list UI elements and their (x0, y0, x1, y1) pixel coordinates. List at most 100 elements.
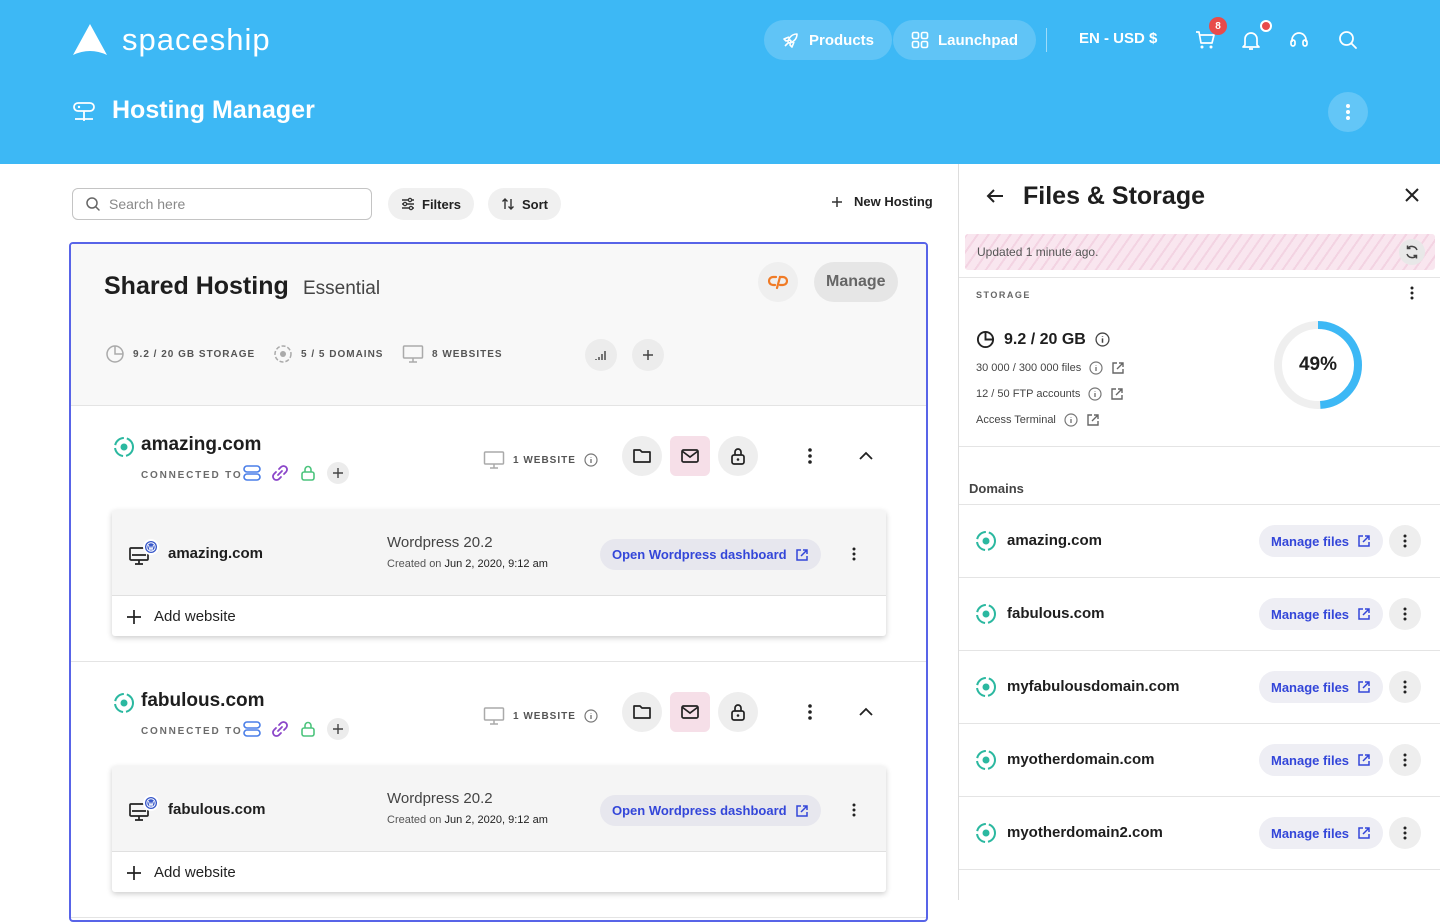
domains-stat-label: 5 / 5 DOMAINS (301, 348, 384, 360)
open-wordpress-dashboard-button[interactable]: Open Wordpress dashboard (600, 539, 821, 570)
panel-domain-name[interactable]: amazing.com (1007, 532, 1102, 549)
collapse-button[interactable] (856, 702, 876, 722)
divider (959, 446, 1440, 447)
headset-icon (1290, 32, 1308, 47)
website-more-button[interactable] (846, 802, 862, 818)
hosting-plan: Essential (303, 278, 381, 299)
cart-count-badge: 8 (1209, 17, 1227, 35)
add-resource-button[interactable] (632, 339, 664, 371)
info-icon[interactable] (1088, 387, 1102, 401)
search-input[interactable] (109, 196, 349, 212)
storage-more-button[interactable] (1403, 284, 1421, 302)
website-info: amazing.com Wordpress 20.2 Created on Ju… (112, 510, 886, 596)
server-stack-icon[interactable] (243, 720, 261, 738)
file-manager-button[interactable] (622, 436, 662, 476)
external-link-icon (1358, 608, 1370, 620)
manage-files-button[interactable]: Manage files (1259, 671, 1384, 703)
security-button[interactable] (718, 436, 758, 476)
terminal-label[interactable]: Access Terminal (976, 414, 1056, 426)
external-link-icon[interactable] (1111, 361, 1125, 375)
file-manager-button[interactable] (622, 692, 662, 732)
notifications-button[interactable] (1240, 28, 1264, 52)
logo[interactable]: spaceship (72, 22, 271, 58)
bell-icon (1242, 32, 1260, 50)
domain-more-button[interactable] (800, 446, 820, 466)
panel-domain-name[interactable]: myotherdomain.com (1007, 751, 1155, 768)
support-button[interactable] (1288, 28, 1312, 52)
domains-heading: Domains (969, 481, 1024, 496)
manage-files-button[interactable]: Manage files (1259, 525, 1384, 557)
manage-files-label: Manage files (1271, 533, 1350, 549)
domain-status-icon (976, 823, 996, 843)
email-button[interactable] (670, 692, 710, 732)
info-icon[interactable] (1089, 361, 1103, 375)
monitor-icon (402, 345, 424, 363)
manage-files-label: Manage files (1271, 679, 1350, 695)
external-link-icon[interactable] (1110, 387, 1124, 401)
info-icon[interactable] (584, 709, 598, 723)
domain-name[interactable]: fabulous.com (141, 690, 265, 712)
panel-domain-more-button[interactable] (1389, 744, 1421, 776)
manage-files-label: Manage files (1271, 752, 1350, 768)
link-icon[interactable] (271, 464, 289, 482)
search-icon (1339, 31, 1357, 49)
info-icon[interactable] (1095, 332, 1110, 347)
panel-domain-more-button[interactable] (1389, 671, 1421, 703)
sort-button[interactable]: Sort (488, 188, 561, 220)
launchpad-button[interactable]: Launchpad (893, 20, 1037, 60)
ssl-lock-icon[interactable] (299, 464, 317, 482)
info-icon[interactable] (584, 453, 598, 467)
ssl-lock-icon[interactable] (299, 720, 317, 738)
filters-button[interactable]: Filters (388, 188, 475, 220)
external-link-icon[interactable] (1086, 413, 1100, 427)
manage-button[interactable]: Manage (814, 262, 898, 302)
storage-stat: 9.2 / 20 GB STORAGE (105, 344, 255, 364)
collapse-button[interactable] (856, 446, 876, 466)
website-name[interactable]: fabulous.com (168, 801, 266, 818)
website-name[interactable]: amazing.com (168, 545, 263, 562)
website-info: fabulous.com Wordpress 20.2 Created on J… (112, 766, 886, 852)
security-button[interactable] (718, 692, 758, 732)
close-button[interactable] (1401, 184, 1423, 206)
domain-status-icon (976, 531, 996, 551)
email-button[interactable] (670, 436, 710, 476)
more-vertical-icon (852, 547, 856, 561)
panel-domain-more-button[interactable] (1389, 598, 1421, 630)
domain-more-button[interactable] (800, 702, 820, 722)
add-website-button[interactable]: Add website (126, 864, 236, 881)
manage-files-button[interactable]: Manage files (1259, 598, 1384, 630)
language-currency-selector[interactable]: EN - USD $ (1079, 30, 1157, 47)
manage-files-button[interactable]: Manage files (1259, 817, 1384, 849)
storage-section-label: STORAGE (976, 290, 1031, 300)
add-website-button[interactable]: Add website (126, 608, 236, 625)
panel-domain-name[interactable]: myotherdomain2.com (1007, 824, 1163, 841)
website-more-button[interactable] (846, 546, 862, 562)
server-stack-icon[interactable] (243, 464, 261, 482)
new-hosting-button[interactable]: New Hosting (830, 194, 933, 209)
pie-chart-icon (976, 330, 995, 349)
stats-button[interactable] (585, 339, 617, 371)
plus-icon (127, 865, 141, 880)
connected-services (243, 718, 349, 740)
refresh-button[interactable] (1399, 239, 1425, 265)
panel-domain-more-button[interactable] (1389, 525, 1421, 557)
add-connection-button[interactable] (327, 718, 349, 740)
info-icon[interactable] (1064, 413, 1078, 427)
back-button[interactable] (983, 184, 1007, 208)
chevron-up-icon (859, 451, 873, 460)
open-wordpress-dashboard-button[interactable]: Open Wordpress dashboard (600, 795, 821, 826)
grid-icon (911, 31, 929, 49)
wordpress-site-icon (129, 539, 159, 565)
panel-domain-more-button[interactable] (1389, 817, 1421, 849)
cpanel-button[interactable] (758, 262, 798, 302)
panel-domain-name[interactable]: myfabulousdomain.com (1007, 678, 1180, 695)
panel-domain-name[interactable]: fabulous.com (1007, 605, 1105, 622)
search-button[interactable] (1337, 28, 1361, 52)
products-button[interactable]: Products (764, 20, 893, 60)
manage-files-button[interactable]: Manage files (1259, 744, 1384, 776)
domain-name[interactable]: amazing.com (141, 434, 261, 456)
add-connection-button[interactable] (327, 462, 349, 484)
link-icon[interactable] (271, 720, 289, 738)
page-more-button[interactable] (1328, 92, 1368, 132)
filters-label: Filters (422, 196, 462, 212)
